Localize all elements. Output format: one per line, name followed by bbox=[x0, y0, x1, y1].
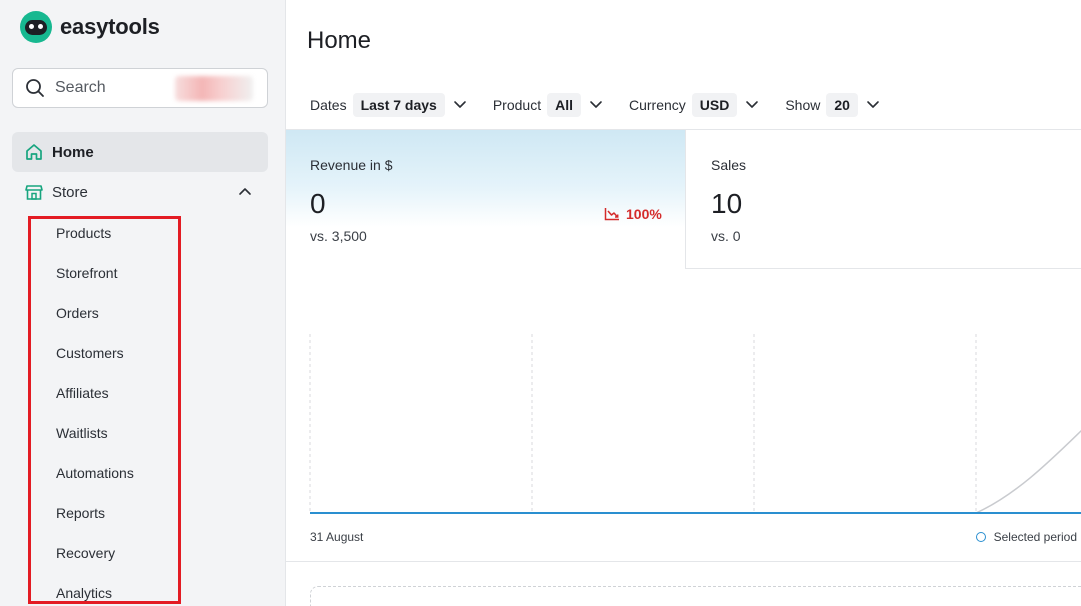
sidebar-item-recovery[interactable]: Recovery bbox=[56, 545, 115, 561]
filter-dates[interactable]: Dates Last 7 days bbox=[310, 93, 467, 117]
revenue-value: 0 bbox=[310, 188, 326, 219]
sloth-logo-icon bbox=[20, 11, 52, 43]
sidebar-item-home[interactable]: Home bbox=[12, 132, 268, 172]
revenue-title: Revenue in $ bbox=[310, 157, 393, 173]
home-icon bbox=[26, 144, 42, 160]
dashed-placeholder-card bbox=[310, 586, 1081, 606]
x-axis-start-label: 31 August bbox=[310, 530, 364, 544]
chart-canvas bbox=[309, 334, 1081, 514]
sidebar-item-home-label: Home bbox=[52, 143, 94, 161]
filter-label: Product bbox=[492, 97, 542, 113]
brand-name: easytools bbox=[60, 14, 160, 39]
sidebar-item-store-label: Store bbox=[52, 183, 88, 201]
search-icon bbox=[26, 79, 44, 97]
filter-label: Dates bbox=[310, 97, 347, 113]
comparison-period-line bbox=[975, 429, 1081, 514]
stats-row: Revenue in $ 0 vs. 3,500 100% Sales 10 v… bbox=[286, 129, 1081, 269]
shortcut-badge-redacted bbox=[175, 76, 253, 101]
chevron-down-icon[interactable] bbox=[589, 100, 603, 110]
filter-label: Show bbox=[785, 97, 821, 113]
revenue-card[interactable]: Revenue in $ 0 vs. 3,500 100% bbox=[286, 130, 686, 269]
filter-product[interactable]: Product All bbox=[493, 93, 603, 117]
chevron-down-icon[interactable] bbox=[745, 100, 759, 110]
search-placeholder: Search bbox=[55, 79, 106, 96]
store-icon bbox=[25, 185, 43, 200]
sidebar-item-reports[interactable]: Reports bbox=[56, 505, 105, 521]
sidebar-item-store[interactable]: Store bbox=[12, 172, 268, 212]
revenue-compare: vs. 3,500 bbox=[310, 228, 367, 244]
revenue-chart: 31 August Selected period bbox=[286, 270, 1081, 562]
legend-marker bbox=[975, 532, 986, 542]
main-content: Home Dates Last 7 days Product All Curre… bbox=[285, 0, 1081, 606]
sidebar-item-orders[interactable]: Orders bbox=[56, 305, 99, 321]
sales-title: Sales bbox=[711, 157, 747, 173]
filter-bar: Dates Last 7 days Product All Currency U… bbox=[310, 92, 906, 118]
revenue-change: 100% bbox=[604, 206, 662, 222]
filter-value[interactable]: Last 7 days bbox=[352, 93, 445, 117]
sidebar: easytools Search Home Store Products Sto… bbox=[0, 0, 284, 606]
legend-label: Selected period bbox=[993, 530, 1077, 544]
sidebar-item-products[interactable]: Products bbox=[56, 225, 111, 241]
page-title: Home bbox=[307, 27, 372, 54]
revenue-change-value: 100% bbox=[626, 206, 662, 222]
sidebar-item-customers[interactable]: Customers bbox=[56, 345, 124, 361]
chevron-up-icon[interactable] bbox=[238, 186, 252, 196]
sidebar-item-waitlists[interactable]: Waitlists bbox=[56, 425, 108, 441]
filter-value[interactable]: 20 bbox=[826, 93, 858, 117]
filter-value[interactable]: All bbox=[547, 93, 581, 117]
sales-card[interactable]: Sales 10 vs. 0 bbox=[687, 130, 1081, 269]
filter-label: Currency bbox=[628, 97, 686, 113]
sidebar-item-storefront[interactable]: Storefront bbox=[56, 265, 117, 281]
trend-down-icon bbox=[604, 208, 619, 221]
sidebar-item-analytics[interactable]: Analytics bbox=[56, 585, 112, 601]
chart-legend: Selected period bbox=[975, 530, 1077, 544]
brand[interactable]: easytools bbox=[20, 11, 160, 43]
sales-compare: vs. 0 bbox=[711, 228, 741, 244]
sales-value: 10 bbox=[711, 188, 743, 219]
filter-show[interactable]: Show 20 bbox=[785, 93, 880, 117]
store-submenu-highlight: Products Storefront Orders Customers Aff… bbox=[28, 216, 181, 604]
filter-currency[interactable]: Currency USD bbox=[629, 93, 759, 117]
search-input[interactable]: Search bbox=[12, 68, 268, 108]
filter-value[interactable]: USD bbox=[691, 93, 738, 117]
chevron-down-icon[interactable] bbox=[866, 100, 880, 110]
sidebar-item-automations[interactable]: Automations bbox=[56, 465, 134, 481]
sidebar-item-affiliates[interactable]: Affiliates bbox=[56, 385, 109, 401]
chevron-down-icon[interactable] bbox=[453, 100, 467, 110]
